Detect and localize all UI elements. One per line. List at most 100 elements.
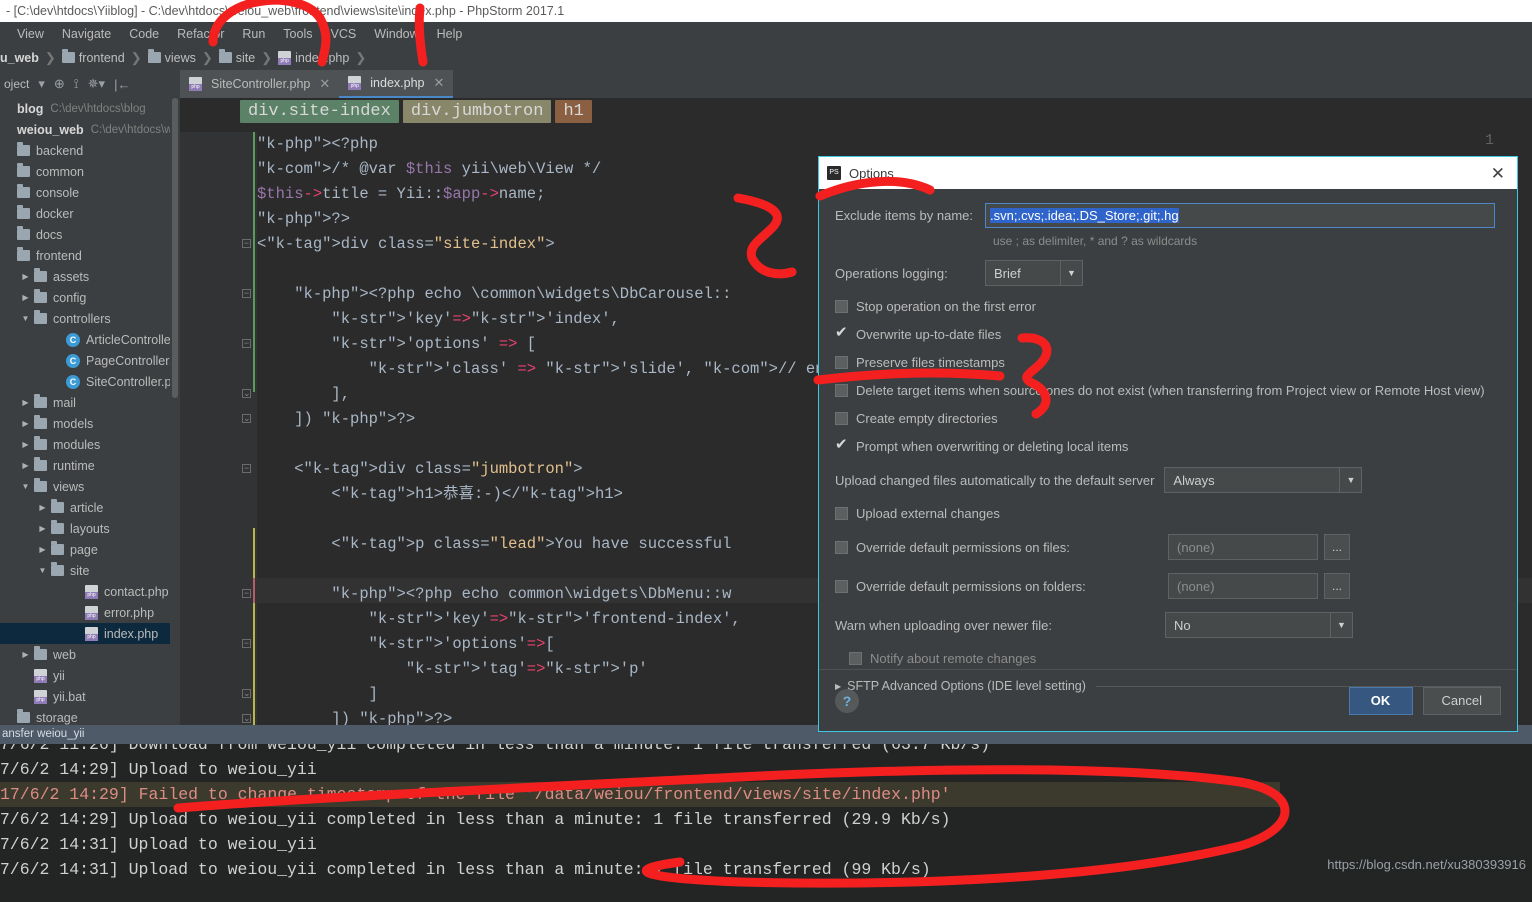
tree-item-blog[interactable]: ·blog C:\dev\htdocs\blog <box>0 98 170 119</box>
checkbox-box[interactable] <box>849 652 862 665</box>
file-transfer-console[interactable]: 17/6/2 11:26] Download from weiou_yii co… <box>0 744 1532 902</box>
tree-item-backend[interactable]: · backend <box>0 140 170 161</box>
checkbox-box[interactable] <box>835 540 848 554</box>
tree-item-runtime[interactable]: ▶ runtime <box>0 455 170 476</box>
tree-item-sitecontroller-php[interactable]: ·C SiteController.php <box>0 371 170 392</box>
tree-item-yii[interactable]: · yii <box>0 665 170 686</box>
tab-index-php[interactable]: index.php ✕ <box>339 70 454 98</box>
tree-item-docs[interactable]: · docs <box>0 224 170 245</box>
checkbox-box[interactable] <box>835 412 848 425</box>
override-permissions-folders-row[interactable]: Override default permissions on folders:… <box>835 573 1501 599</box>
close-icon[interactable]: ✕ <box>434 75 445 91</box>
code-line[interactable]: $this->title = Yii::$app->name; <box>257 182 545 207</box>
menu-item-navigate[interactable]: Navigate <box>53 27 120 41</box>
warn-newer-file-select[interactable]: No ▼ <box>1165 612 1353 638</box>
upload-changed-files-select[interactable]: Always ▼ <box>1164 467 1363 493</box>
code-line[interactable]: "k-com">/* @var $this yii\web\View */ <box>257 157 601 182</box>
project-tree[interactable]: ·blogC:\dev\htdocs\blog·weiou_webC:\dev\… <box>0 98 170 730</box>
tree-item-page[interactable]: ▶ page <box>0 539 170 560</box>
exclude-items-input[interactable]: .svn;.cvs;.idea;.DS_Store;.git;.hg <box>985 203 1495 228</box>
project-tree-scrollbar[interactable] <box>170 98 180 730</box>
menu-item-vcs[interactable]: VCS <box>321 27 365 41</box>
tree-item-article[interactable]: ▶ article <box>0 497 170 518</box>
checkbox-box[interactable] <box>835 507 848 520</box>
browse-folders-permissions-button[interactable]: ... <box>1324 573 1350 599</box>
tree-item-error-php[interactable]: · error.php <box>0 602 170 623</box>
chevron-right-icon[interactable]: ▶ <box>19 398 32 407</box>
breadcrumb-item-site[interactable]: site ❯ <box>218 49 278 66</box>
breadcrumb-item-frontend[interactable]: frontend ❯ <box>61 49 148 66</box>
tree-item-models[interactable]: ▶ models <box>0 413 170 434</box>
checkbox-delete-target-items[interactable]: Delete target items when source ones do … <box>835 383 1501 398</box>
fold-collapse-icon[interactable]: − <box>242 639 253 650</box>
element-crumb-div-site-index[interactable]: div.site-index <box>240 100 399 123</box>
browse-files-permissions-button[interactable]: ... <box>1324 534 1350 560</box>
code-line[interactable]: "k-php"><?php echo common\widgets\DbMenu… <box>257 582 731 607</box>
code-line[interactable]: "k-str">'options' => [ <box>257 332 536 357</box>
tree-item-web[interactable]: ▶ web <box>0 644 170 665</box>
code-line[interactable]: "k-php">?> <box>257 207 350 232</box>
override-permissions-folders-input[interactable]: (none) <box>1168 573 1318 599</box>
code-line[interactable]: "k-str">'options'=>[ <box>257 632 555 657</box>
fold-collapse-icon[interactable]: − <box>242 289 253 300</box>
element-crumb-h1[interactable]: h1 <box>555 100 592 123</box>
tree-item-views[interactable]: ▼ views <box>0 476 170 497</box>
fold-collapse-icon[interactable]: − <box>242 589 253 600</box>
menu-item-run[interactable]: Run <box>233 27 274 41</box>
options-dialog[interactable]: PS Options ✕ Exclude items by name: .svn… <box>818 156 1518 732</box>
menu-item-code[interactable]: Code <box>120 27 168 41</box>
fold-collapse-icon[interactable]: − <box>242 239 253 250</box>
code-line[interactable]: "k-str">'key'=>"k-str">'frontend-index', <box>257 607 741 632</box>
fold-collapse-icon[interactable]: − <box>242 339 253 350</box>
checkbox-box[interactable] <box>835 300 848 313</box>
tree-item-frontend[interactable]: · frontend <box>0 245 170 266</box>
override-permissions-files-input[interactable]: (none) <box>1168 534 1318 560</box>
operations-logging-select[interactable]: Brief ▼ <box>985 260 1083 286</box>
tree-item-common[interactable]: · common <box>0 161 170 182</box>
checkbox-preserve-files-timestamps[interactable]: Preserve files timestamps <box>835 355 1501 370</box>
help-icon[interactable]: ? <box>835 688 859 713</box>
tree-item-weiou-web[interactable]: ·weiou_web C:\dev\htdocs\w <box>0 119 170 140</box>
chevron-right-icon[interactable]: ▶ <box>19 650 32 659</box>
element-crumb-div-jumbotron[interactable]: div.jumbotron <box>402 100 552 123</box>
jump-to-source-icon[interactable]: |← <box>114 77 130 92</box>
tree-item-config[interactable]: ▶ config <box>0 287 170 308</box>
ok-button[interactable]: OK <box>1348 686 1413 715</box>
code-line[interactable]: <"k-tag">p class="lead">You have success… <box>257 532 731 557</box>
checkbox-create-empty-directories[interactable]: Create empty directories <box>835 411 1501 426</box>
tree-item-index-php[interactable]: · index.php <box>0 623 170 644</box>
chevron-right-icon[interactable]: ▶ <box>36 524 49 533</box>
code-line[interactable]: ]) "k-php">?> <box>257 407 415 432</box>
checkbox-upload-external-changes[interactable]: Upload external changes <box>835 506 1501 521</box>
cancel-button[interactable]: Cancel <box>1422 686 1501 715</box>
tree-item-articlecontroller-ph[interactable]: ·C ArticleController.ph <box>0 329 170 350</box>
chevron-down-icon[interactable]: ▼ <box>36 566 49 575</box>
breadcrumb-item-project[interactable]: u_web ❯ <box>0 50 62 66</box>
checkbox-prompt-when-overwriting[interactable]: Prompt when overwriting or deleting loca… <box>835 435 1501 454</box>
menu-item-window[interactable]: Window <box>365 27 427 41</box>
code-line[interactable]: <"k-tag">div class="jumbotron"> <box>257 457 582 482</box>
checkbox-box[interactable] <box>835 579 848 593</box>
chevron-right-icon[interactable]: ▶ <box>19 461 32 470</box>
fold-end-icon[interactable]: ⌄ <box>242 389 253 400</box>
collapse-all-icon[interactable]: ⟟ <box>74 76 79 92</box>
fold-end-icon[interactable]: ⌄ <box>242 714 253 725</box>
tree-item-assets[interactable]: ▶ assets <box>0 266 170 287</box>
code-line[interactable]: <"k-tag">div class="site-index"> <box>257 232 555 257</box>
code-line[interactable]: "k-php"><?php <box>257 132 378 157</box>
tree-item-site[interactable]: ▼ site <box>0 560 170 581</box>
chevron-down-icon[interactable]: ▼ <box>19 314 32 323</box>
chevron-right-icon[interactable]: ▶ <box>19 293 32 302</box>
tree-item-yii-bat[interactable]: · yii.bat <box>0 686 170 707</box>
chevron-right-icon[interactable]: ▶ <box>19 272 32 281</box>
target-icon[interactable]: ⊕ <box>54 76 65 92</box>
chevron-down-icon[interactable]: ▾ <box>38 76 45 92</box>
menu-item-help[interactable]: Help <box>428 27 472 41</box>
menu-item-tools[interactable]: Tools <box>274 27 321 41</box>
chevron-right-icon[interactable]: ▶ <box>36 503 49 512</box>
checkbox-stop-on-first-error[interactable]: Stop operation on the first error <box>835 299 1501 314</box>
breadcrumb-item-index-php[interactable]: index.php ❯ <box>278 50 372 66</box>
fold-end-icon[interactable]: ⌄ <box>242 414 253 425</box>
code-line[interactable]: ], <box>257 382 350 407</box>
chevron-down-icon[interactable]: ▼ <box>1060 261 1082 285</box>
